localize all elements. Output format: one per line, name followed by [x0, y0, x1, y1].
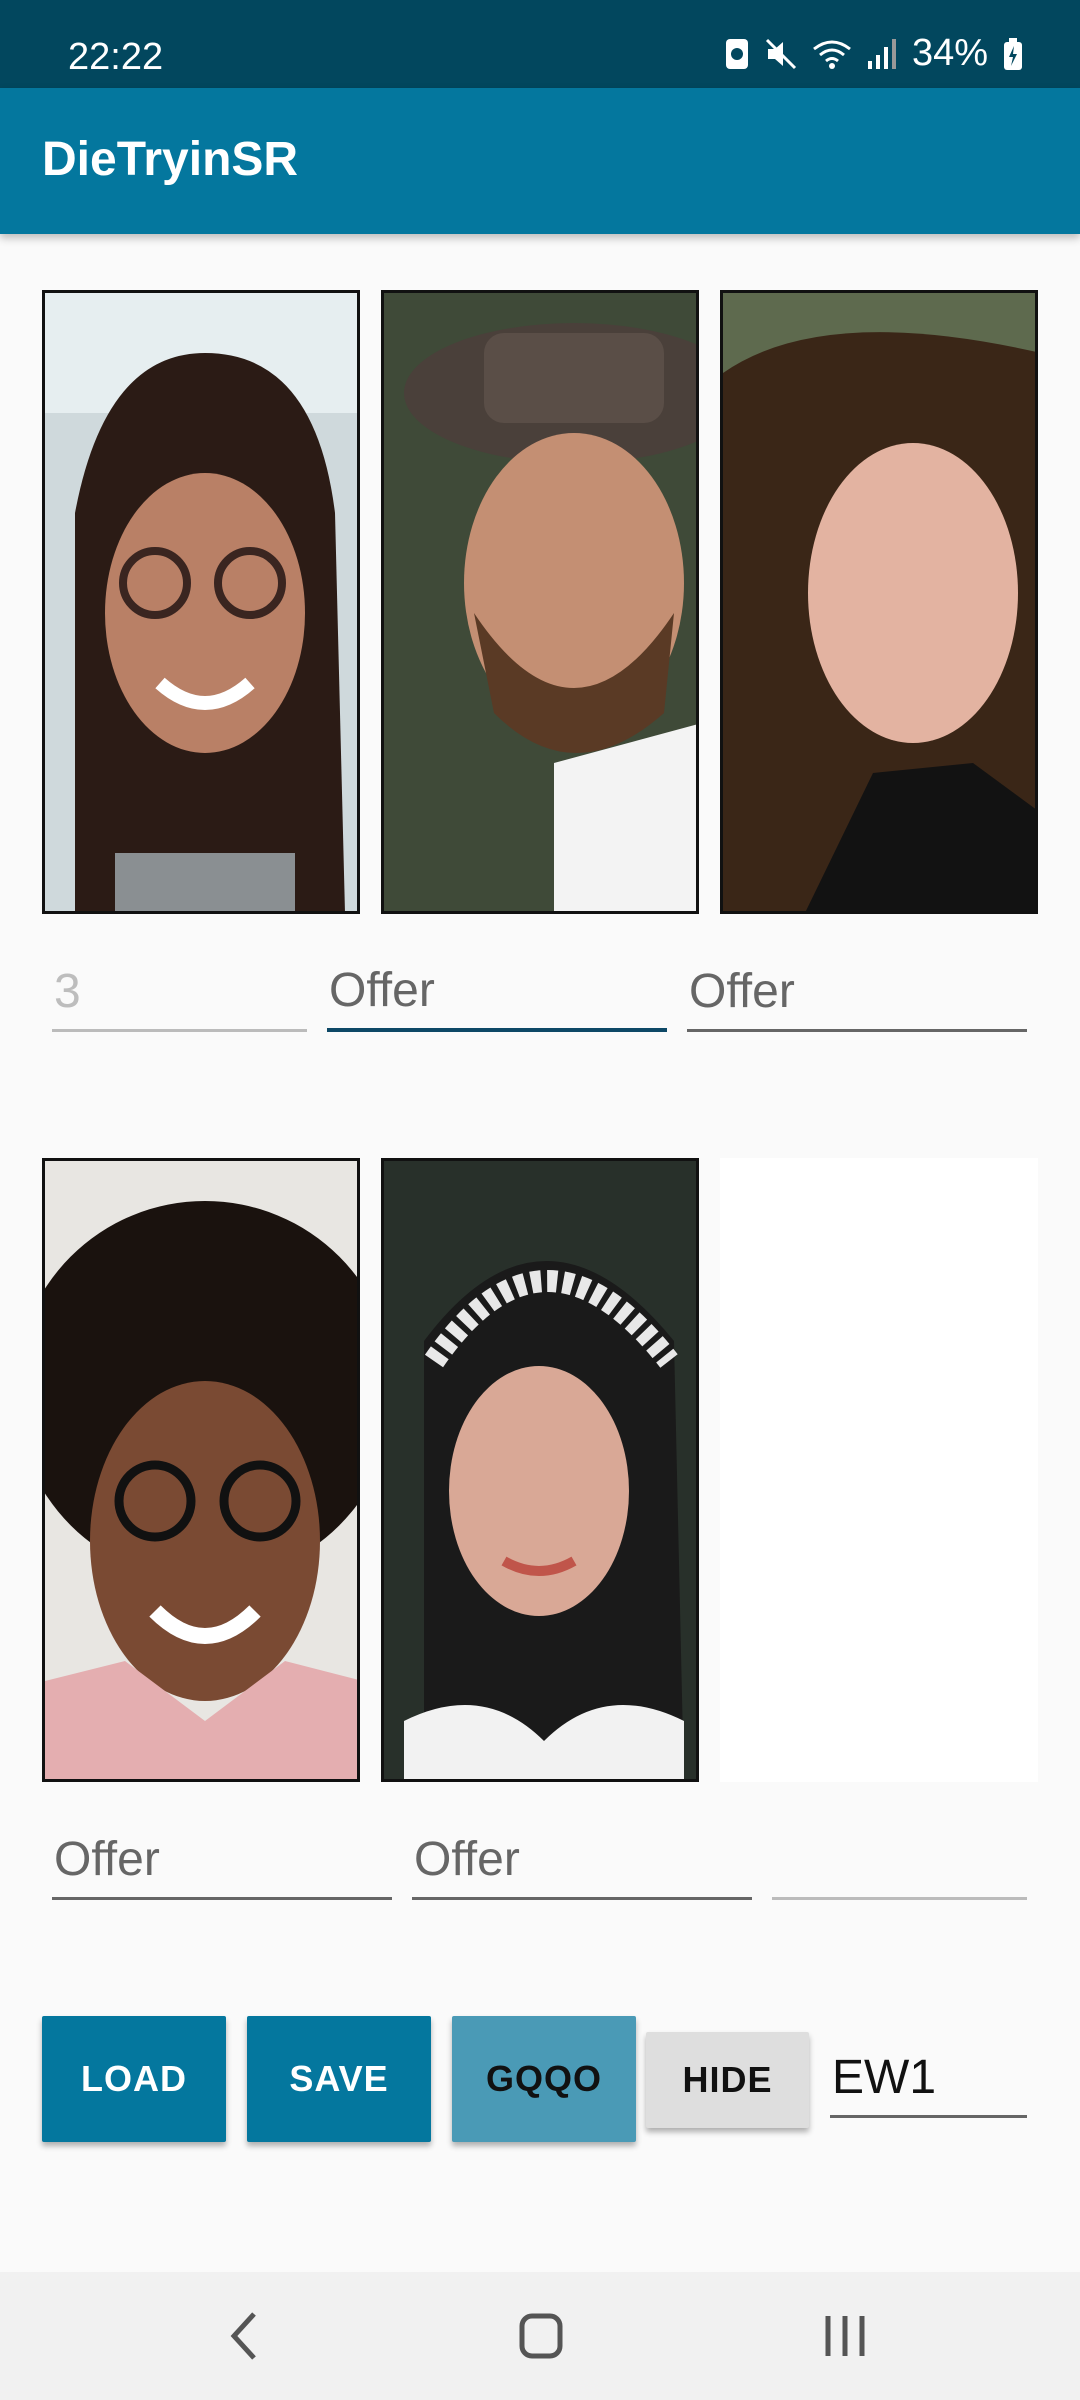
- gqqo-button[interactable]: GQQO: [452, 2016, 636, 2142]
- code-input-value: EW1: [832, 2051, 937, 2104]
- back-icon[interactable]: [220, 2308, 270, 2364]
- offer-field-3-value: Offer: [689, 965, 795, 1018]
- portrait-woman-curly: [723, 293, 1035, 911]
- sim-icon: [725, 38, 748, 69]
- photo-slot-4[interactable]: [42, 1158, 360, 1782]
- mute-icon: [765, 38, 796, 69]
- offer-field-5-value: Offer: [414, 1833, 520, 1886]
- offer-field-2[interactable]: Offer: [327, 950, 667, 1032]
- portrait-woman-glasses: [45, 293, 357, 911]
- status-time: 22:22: [68, 36, 164, 78]
- offer-field-4-value: Offer: [54, 1833, 160, 1886]
- load-button[interactable]: LOAD: [42, 2016, 226, 2142]
- code-input[interactable]: EW1: [830, 2036, 1027, 2118]
- offer-field-1-value: 3: [54, 965, 81, 1018]
- portrait-woman-headscarf: [384, 1161, 696, 1779]
- battery-percent: 34%: [911, 32, 988, 74]
- app-title: DieTryinSR: [42, 133, 299, 186]
- wifi-icon: [813, 40, 851, 69]
- photo-slot-3[interactable]: [720, 290, 1038, 914]
- offer-field-4[interactable]: Offer: [52, 1818, 392, 1900]
- status-bar: 22:22 34%: [0, 0, 1080, 88]
- photo-slot-5[interactable]: [381, 1158, 699, 1782]
- offer-field-3[interactable]: Offer: [687, 950, 1027, 1032]
- battery-charging-icon: [1004, 37, 1022, 70]
- offer-field-6[interactable]: [772, 1818, 1027, 1900]
- hide-button[interactable]: HIDE: [646, 2032, 809, 2128]
- photo-slot-1[interactable]: [42, 290, 360, 914]
- signal-icon: [867, 38, 896, 69]
- photo-slot-6-empty[interactable]: [720, 1158, 1038, 1782]
- home-icon[interactable]: [516, 2308, 566, 2364]
- photo-slot-2[interactable]: [381, 290, 699, 914]
- offer-field-2-value: Offer: [329, 964, 435, 1017]
- offer-field-5[interactable]: Offer: [412, 1818, 752, 1900]
- recents-icon[interactable]: [820, 2308, 870, 2364]
- portrait-woman-afro-glasses: [45, 1161, 357, 1779]
- status-icons: 34%: [724, 32, 1024, 75]
- portrait-man-hat: [384, 293, 696, 911]
- system-nav-bar: [0, 2272, 1080, 2400]
- app-bar: DieTryinSR: [0, 88, 1080, 234]
- save-button[interactable]: SAVE: [247, 2016, 431, 2142]
- offer-field-1[interactable]: 3: [52, 950, 307, 1032]
